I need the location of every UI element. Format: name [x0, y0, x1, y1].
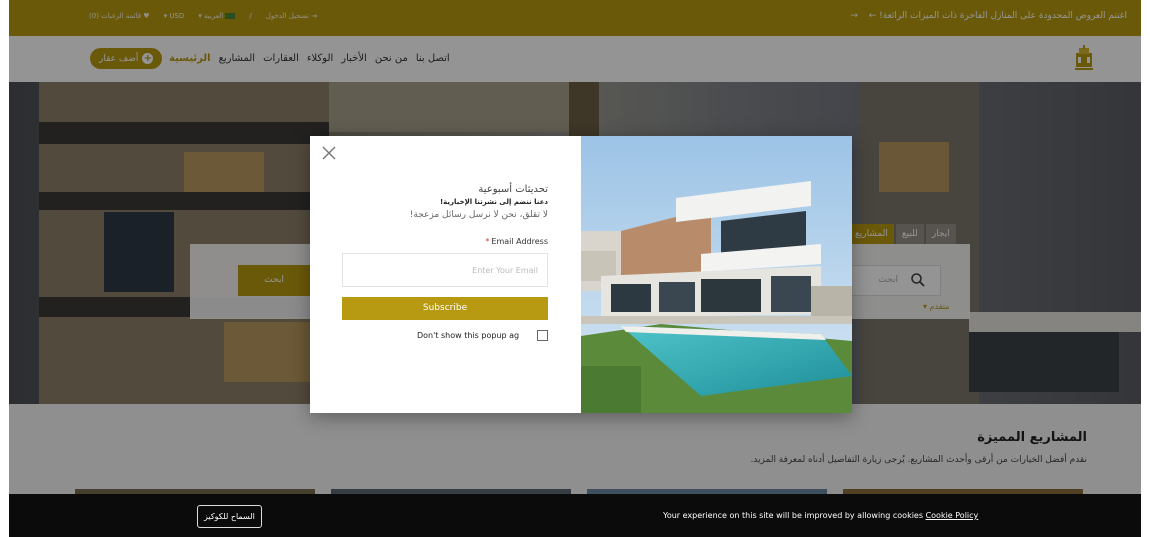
- required-mark: *: [485, 237, 490, 246]
- email-field[interactable]: [342, 253, 548, 287]
- email-label-text: Email Address: [491, 237, 548, 246]
- allow-cookies-button[interactable]: السماح للكوكيز: [197, 505, 262, 528]
- modal-note: لا تقلق، نحن لا نرسل رسائل مزعجة!: [409, 210, 548, 220]
- close-icon[interactable]: [322, 146, 336, 160]
- cookie-policy-link[interactable]: Cookie Policy: [926, 511, 979, 520]
- dont-show-label: Don't show this popup ag: [417, 331, 520, 340]
- email-label: * Email Address: [342, 237, 548, 246]
- cookie-message: Your experience on this site will be imp…: [663, 511, 978, 520]
- cookie-banner: السماح للكوكيز Your experience on this s…: [9, 494, 1141, 537]
- dont-show-checkbox[interactable]: [537, 330, 548, 341]
- modal-subheading: دعنا ننضم إلى نشرتنا الإخبارية!: [439, 198, 548, 206]
- page: اغتنم العروض المحدودة على المنازل الفاخر…: [9, 0, 1141, 537]
- newsletter-modal: تحديثات أسبوعية دعنا ننضم إلى نشرتنا الإ…: [310, 136, 852, 413]
- subscribe-button[interactable]: Subscribe: [342, 297, 548, 320]
- villa-photo: [581, 136, 852, 413]
- cookie-message-text: Your experience on this site will be imp…: [663, 511, 924, 520]
- newsletter-form: تحديثات أسبوعية دعنا ننضم إلى نشرتنا الإ…: [342, 184, 548, 341]
- modal-heading: تحديثات أسبوعية: [478, 184, 548, 195]
- dont-show-row: Don't show this popup ag: [342, 330, 548, 341]
